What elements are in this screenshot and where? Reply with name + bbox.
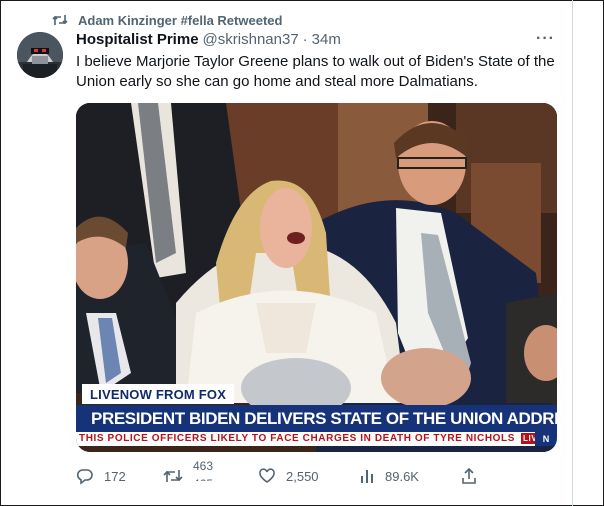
retweet-button[interactable]: 463 465 (163, 459, 223, 488)
ticker-end: N (535, 432, 557, 446)
ticker-text: THIS POLICE OFFICERS LIKELY TO FACE CHAR… (79, 433, 516, 444)
views-icon (359, 468, 375, 484)
reply-icon (76, 467, 94, 485)
retweet-count-current: 463 (193, 459, 214, 473)
timeline-divider (572, 0, 573, 506)
retweet-banner[interactable]: Adam Kinzinger #fella Retweeted (52, 11, 282, 29)
retweet-icon (163, 468, 183, 484)
views-button[interactable]: 89.6K (359, 464, 419, 488)
livenow-label: LIVENOW FROM FOX (82, 384, 235, 404)
header-separator: · (302, 31, 308, 48)
tweet-actions: 172 463 465 2,550 89.6K (76, 459, 496, 488)
retweet-count-next: 465 (193, 477, 213, 481)
timestamp[interactable]: 34m (312, 31, 341, 48)
tweet-header: Hospitalist Prime @skrishnan37 · 34m (76, 31, 341, 48)
display-name[interactable]: Hospitalist Prime (76, 31, 199, 48)
avatar[interactable] (17, 32, 63, 78)
like-count: 2,550 (286, 468, 319, 484)
retweet-banner-text: Adam Kinzinger #fella Retweeted (78, 12, 283, 28)
news-ticker: THIS POLICE OFFICERS LIKELY TO FACE CHAR… (76, 432, 557, 446)
news-lower-third: LIVENOW FROM FOX PRESIDENT BIDEN DELIVER… (76, 381, 557, 452)
more-icon[interactable]: ··· (536, 30, 555, 48)
like-button[interactable]: 2,550 (258, 464, 319, 488)
retweet-count: 463 465 (193, 459, 223, 488)
share-icon (461, 467, 477, 485)
user-handle[interactable]: @skrishnan37 (203, 31, 299, 48)
reply-count: 172 (104, 468, 126, 484)
share-button[interactable] (461, 464, 477, 488)
retweet-icon (52, 13, 68, 27)
views-count: 89.6K (385, 468, 419, 484)
tweet-text: I believe Marjorie Taylor Greene plans t… (76, 53, 555, 90)
news-headline: PRESIDENT BIDEN DELIVERS STATE OF THE UN… (76, 405, 557, 432)
reply-button[interactable]: 172 (76, 464, 126, 488)
tweet-media[interactable]: LIVENOW FROM FOX PRESIDENT BIDEN DELIVER… (76, 103, 557, 452)
heart-icon (258, 468, 276, 484)
